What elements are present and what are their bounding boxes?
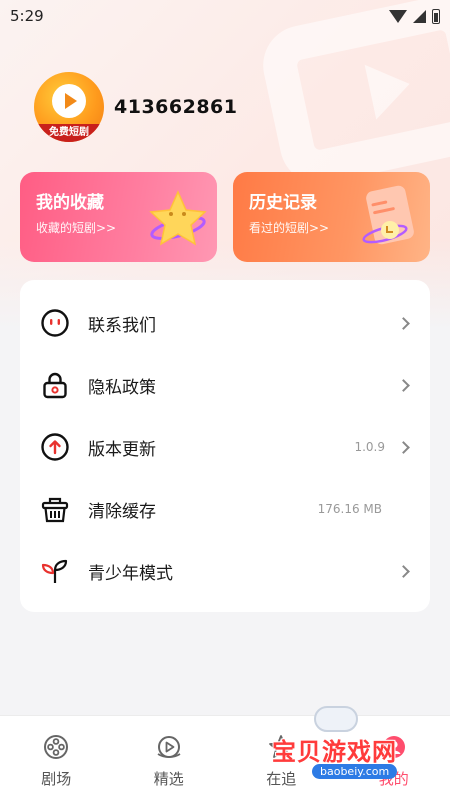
menu-item-update[interactable]: 版本更新 1.0.9 bbox=[20, 416, 430, 478]
menu-label: 青少年模式 bbox=[88, 563, 173, 584]
menu-label: 联系我们 bbox=[88, 315, 156, 336]
contact-icon bbox=[40, 308, 70, 338]
play-logo-icon bbox=[52, 84, 86, 118]
status-time: 5:29 bbox=[10, 7, 44, 25]
chevron-right-icon bbox=[397, 378, 410, 392]
signal-icon bbox=[413, 9, 426, 23]
menu-item-youth-mode[interactable]: 青少年模式 bbox=[20, 540, 430, 602]
play-circle-icon bbox=[157, 736, 181, 758]
battery-icon bbox=[432, 8, 440, 24]
menu-label: 清除缓存 bbox=[88, 501, 156, 522]
chevron-right-icon bbox=[397, 316, 410, 330]
film-reel-icon bbox=[44, 735, 69, 759]
user-id: 413662861 bbox=[114, 96, 238, 118]
cache-size-value: 176.16 MB bbox=[317, 502, 382, 516]
status-bar: 5:29 bbox=[0, 0, 450, 32]
tab-label: 剧场 bbox=[41, 770, 72, 788]
menu-item-privacy[interactable]: 隐私政策 bbox=[20, 354, 430, 416]
favorites-card[interactable]: 我的收藏 收藏的短剧>> bbox=[20, 172, 217, 262]
watermark-text: 宝贝游戏网 bbox=[272, 738, 397, 766]
settings-menu: 联系我们 隐私政策 版本更新 1.0.9 清除缓存 176.16 MB 青少年模… bbox=[20, 280, 430, 612]
menu-label: 隐私政策 bbox=[88, 377, 156, 398]
avatar[interactable]: 免费短剧 bbox=[34, 72, 104, 142]
tab-theater[interactable]: 剧场 bbox=[0, 716, 113, 800]
update-icon bbox=[40, 432, 70, 462]
chevron-right-icon bbox=[397, 564, 410, 578]
basket-icon bbox=[40, 494, 70, 524]
menu-item-clear-cache[interactable]: 清除缓存 176.16 MB bbox=[20, 478, 430, 540]
clipboard-icon bbox=[362, 185, 414, 245]
gamepad-icon bbox=[314, 706, 358, 732]
avatar-badge-text: 免费短剧 bbox=[34, 124, 104, 142]
lock-icon bbox=[40, 370, 70, 400]
status-icons bbox=[389, 8, 440, 24]
star-icon bbox=[149, 190, 207, 246]
chevron-right-icon bbox=[397, 440, 410, 454]
history-card[interactable]: 历史记录 看过的短剧>> bbox=[233, 172, 430, 262]
profile-header: 免费短剧 413662861 bbox=[34, 72, 237, 142]
wifi-icon bbox=[389, 9, 407, 23]
menu-item-contact[interactable]: 联系我们 bbox=[20, 292, 430, 354]
watermark-url: baobeiy.com bbox=[312, 764, 398, 779]
watermark: 宝贝游戏网 baobeiy.com bbox=[268, 702, 428, 790]
tab-label: 精选 bbox=[153, 770, 184, 788]
version-value: 1.0.9 bbox=[354, 440, 385, 454]
tab-featured[interactable]: 精选 bbox=[113, 716, 226, 800]
sprout-icon bbox=[40, 556, 70, 586]
shortcut-cards: 我的收藏 收藏的短剧>> 历史记录 看过的短剧>> bbox=[20, 172, 430, 262]
menu-label: 版本更新 bbox=[88, 439, 156, 460]
